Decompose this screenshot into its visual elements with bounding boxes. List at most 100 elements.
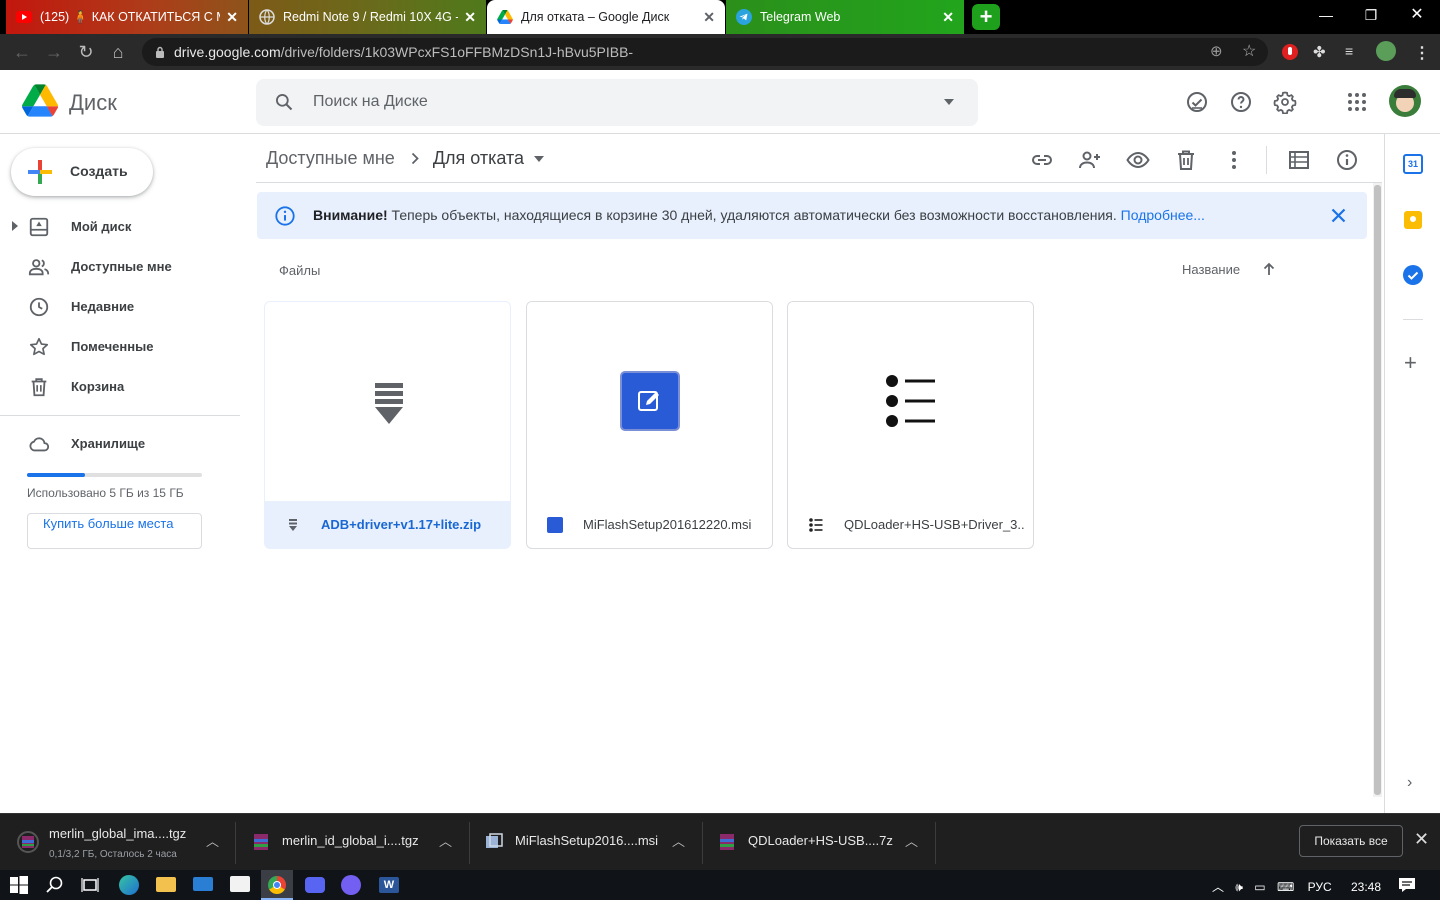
buy-storage-button[interactable]: Купить больше места [27,513,202,549]
offline-ready-icon[interactable] [1185,90,1209,114]
back-icon[interactable]: ← [10,40,34,64]
share-add-person-icon[interactable] [1078,148,1102,172]
get-link-icon[interactable] [1030,148,1054,172]
chrome-taskbar-button[interactable] [261,870,293,900]
profile-avatar[interactable] [1376,41,1396,61]
viber-icon[interactable] [341,875,361,895]
sidebar-item-shared[interactable]: Доступные мне [0,247,240,287]
google-drive-logo-icon[interactable] [22,84,58,117]
keyboard-icon[interactable]: ⌨ [1277,880,1294,894]
volume-icon[interactable]: 🕪 [1235,880,1243,894]
close-banner-icon[interactable] [1331,208,1346,223]
network-icon[interactable]: ▭ [1254,880,1265,894]
home-icon[interactable]: ⌂ [106,40,130,64]
windows-start-icon[interactable] [9,875,29,895]
download-item[interactable]: MiFlashSetup2016....msi ︿ [469,814,703,871]
taskbar-search-icon[interactable] [45,875,65,895]
mail-icon[interactable] [193,877,213,891]
search-icon[interactable] [274,92,294,112]
restore-icon[interactable]: ❐ [1348,0,1394,30]
expand-caret-icon[interactable] [12,221,18,231]
show-all-downloads-button[interactable]: Показать все [1299,825,1403,857]
sidebar-item-my-drive[interactable]: Мой диск [0,207,240,247]
new-tab-button[interactable]: + [972,4,1000,30]
shared-icon [28,259,50,276]
settings-gear-icon[interactable] [1273,90,1297,114]
list-view-icon[interactable] [1287,148,1311,172]
search-options-dropdown-icon[interactable] [944,99,954,105]
search-input[interactable]: Поиск на Диске [256,79,978,126]
chevron-down-icon[interactable] [534,155,545,162]
download-options-chevron-icon[interactable]: ︿ [439,831,452,850]
notifications-icon[interactable] [1398,877,1416,893]
bookmark-star-icon[interactable]: ☆ [1242,38,1256,66]
expand-panel-chevron-icon[interactable]: › [1407,774,1412,792]
chrome-menu-icon[interactable]: ⋮ [1414,43,1432,62]
store-icon[interactable] [230,876,250,892]
help-icon[interactable] [1229,90,1253,114]
browser-tab-drive[interactable]: Для отката – Google Диск ✕ [487,0,725,34]
extension-adblock-icon[interactable] [1281,43,1299,61]
close-tab-icon[interactable]: ✕ [464,9,476,26]
account-avatar[interactable] [1389,85,1421,117]
close-tab-icon[interactable]: ✕ [942,9,954,26]
download-item[interactable]: QDLoader+HS-USB....7z ︿ [702,814,936,871]
task-view-icon[interactable] [80,875,100,895]
sort-ascending-arrow-icon[interactable] [1262,262,1276,276]
close-tab-icon[interactable]: ✕ [703,9,715,26]
edge-browser-icon[interactable] [119,875,139,895]
sidebar-item-storage[interactable]: Хранилище [0,424,240,464]
file-card[interactable]: MiFlashSetup201612220.msi [526,301,773,549]
discord-icon[interactable] [305,877,325,893]
word-icon[interactable]: W [379,877,399,893]
browser-tab-telegram[interactable]: Telegram Web ✕ [726,0,964,34]
close-tab-icon[interactable]: ✕ [226,9,238,26]
breadcrumb-parent[interactable]: Доступные мне [266,148,395,169]
add-addon-icon[interactable]: + [1404,352,1417,374]
download-progress-text: 0,1/3,2 ГБ, Осталось 2 часа [49,849,177,860]
file-explorer-icon[interactable] [156,877,176,892]
tray-overflow-chevron-icon[interactable]: ︿ [1212,880,1224,894]
info-icon[interactable] [1335,148,1359,172]
file-card[interactable]: ADB+driver+v1.17+lite.zip [264,301,511,549]
scrollbar-thumb[interactable] [1374,185,1381,795]
clock-time[interactable]: 23:48 [1351,880,1381,894]
extensions-puzzle-icon[interactable]: ✤ [1313,43,1331,61]
google-apps-icon[interactable] [1345,90,1369,114]
download-options-chevron-icon[interactable]: ︿ [905,831,918,850]
download-options-chevron-icon[interactable]: ︿ [672,831,685,850]
forward-icon[interactable]: → [42,40,66,64]
close-downloads-bar-icon[interactable]: ✕ [1414,829,1429,850]
reload-icon[interactable]: ↻ [74,40,98,64]
breadcrumb-current[interactable]: Для отката [433,148,524,169]
close-window-icon[interactable]: ✕ [1394,0,1440,30]
input-language[interactable]: РУС [1308,880,1332,894]
main-scrollbar[interactable] [1373,183,1382,797]
banner-learn-more-link[interactable]: Подробнее... [1121,207,1205,223]
calendar-icon[interactable]: 31 [1403,154,1423,174]
browser-tab-forum[interactable]: Redmi Note 9 / Redmi 10X 4G - ( ✕ [249,0,486,34]
install-icon[interactable]: ⊕ [1210,38,1223,66]
delete-trash-icon[interactable] [1174,148,1198,172]
url-host: drive.google.com [174,44,281,60]
keep-notes-icon[interactable] [1404,211,1422,229]
download-item[interactable]: merlin_id_global_i....tgz ︿ [236,814,470,871]
browser-tab-youtube[interactable]: (125) 🧍 КАК ОТКАТИТЬСЯ С MI ✕ [6,0,248,34]
sidebar-item-starred[interactable]: Помеченные [0,327,240,367]
minimize-icon[interactable]: — [1303,0,1349,30]
drive-header: Диск Поиск на Диске [0,70,1440,134]
media-queue-icon[interactable]: ≡ [1345,43,1363,61]
sidebar-item-trash[interactable]: Корзина [0,367,240,407]
create-button[interactable]: Создать [11,148,153,196]
browser-tab-strip: (125) 🧍 КАК ОТКАТИТЬСЯ С MI ✕ Redmi Note… [0,0,1440,34]
more-actions-icon[interactable] [1222,148,1246,172]
sort-by-name-button[interactable]: Название [1182,262,1240,277]
tasks-icon[interactable] [1403,265,1423,285]
download-options-chevron-icon[interactable]: ︿ [206,831,219,850]
sidebar-item-recent[interactable]: Недавние [0,287,240,327]
preview-eye-icon[interactable] [1126,148,1150,172]
file-card[interactable]: QDLoader+HS-USB+Driver_3... [787,301,1034,549]
chevron-right-icon [411,152,419,165]
download-item[interactable]: merlin_global_ima....tgz 0,1/3,2 ГБ, Ост… [0,814,236,871]
address-bar[interactable]: drive.google.com/drive/folders/1k03WPcxF… [142,38,1268,66]
